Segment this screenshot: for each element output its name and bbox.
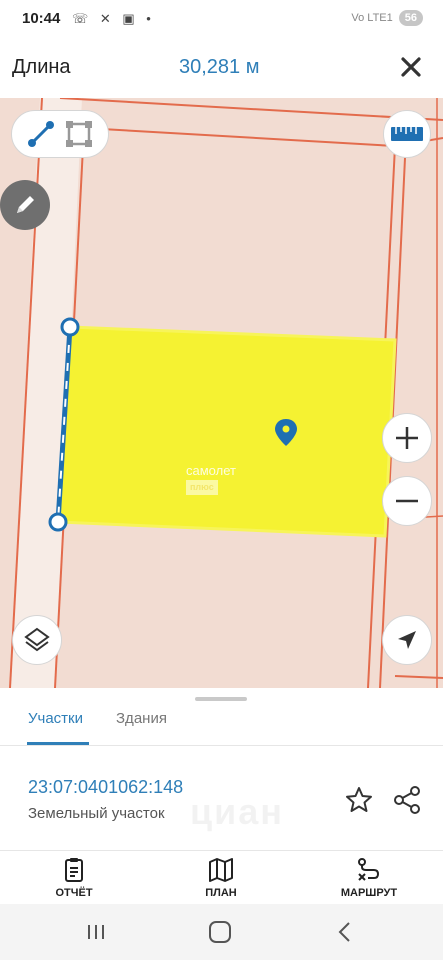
report-label: ОТЧЁТ — [55, 887, 93, 899]
map-plan-icon — [209, 858, 233, 882]
zoom-out-button[interactable] — [382, 476, 432, 526]
layers-icon — [24, 627, 50, 652]
sheet-drag-handle[interactable] — [195, 697, 247, 701]
plus-icon — [396, 427, 418, 449]
cian-watermark: циан — [190, 791, 285, 832]
pencil-icon — [17, 196, 34, 213]
measure-point-end — [48, 512, 68, 532]
draw-tools — [11, 110, 109, 158]
navigation-arrow-icon — [398, 631, 416, 649]
report-button[interactable]: ОТЧЁТ — [24, 857, 124, 899]
object-type: Земельный участок — [28, 805, 165, 822]
plan-label: ПЛАН — [205, 887, 237, 899]
area-tool-icon[interactable] — [64, 119, 94, 149]
status-time: 10:44 — [22, 10, 61, 27]
status-bar: 10:44 ☏ ✕ ▣ • Vo LTE1 56 — [0, 0, 443, 38]
status-icons-right: Vo LTE1 56 — [351, 10, 423, 26]
tab-buildings[interactable]: Здания — [116, 710, 167, 727]
route-button[interactable]: МАРШРУТ — [319, 857, 419, 899]
top-boundary — [59, 98, 443, 121]
route-icon — [358, 858, 380, 881]
map-watermark: самолет плюс — [186, 463, 236, 495]
battery-indicator: 56 — [398, 10, 423, 26]
minus-icon — [396, 499, 418, 503]
ruler-button[interactable] — [383, 110, 431, 158]
measure-value: 30,281 м — [179, 56, 260, 78]
selected-parcel — [56, 325, 397, 538]
bottom-right-boundary — [394, 675, 443, 679]
measure-label: Длина — [12, 56, 71, 78]
measure-point-start — [60, 317, 80, 337]
line-tool-icon[interactable] — [26, 119, 56, 149]
locate-button[interactable] — [382, 615, 432, 665]
system-nav-bar — [0, 904, 443, 960]
zoom-in-button[interactable] — [382, 413, 432, 463]
tab-parcels[interactable]: Участки — [28, 710, 83, 727]
route-label: МАРШРУТ — [340, 887, 398, 899]
map-view[interactable]: самолет плюс — [0, 98, 443, 688]
back-icon[interactable] — [335, 921, 355, 943]
share-icon[interactable] — [392, 785, 422, 815]
info-sheet: Участки Здания циан 23:07:0401062:148 Зе… — [0, 688, 443, 850]
network-indicator: Vo LTE1 — [351, 12, 393, 24]
plan-button[interactable]: ПЛАН — [171, 857, 271, 899]
divider — [0, 745, 443, 746]
bottom-action-bar: ОТЧЁТ ПЛАН МАРШРУТ — [0, 850, 443, 904]
favorite-star-icon[interactable] — [344, 785, 374, 815]
home-icon[interactable] — [209, 921, 231, 943]
cadastral-number[interactable]: 23:07:0401062:148 — [28, 777, 183, 798]
report-icon — [65, 858, 83, 882]
layers-button[interactable] — [12, 615, 62, 665]
ruler-icon — [391, 127, 423, 141]
recent-apps-icon[interactable] — [85, 923, 107, 941]
close-icon[interactable] — [396, 52, 426, 82]
edit-button[interactable] — [0, 180, 50, 230]
map-canvas — [9, 98, 443, 688]
notification-icons: ☏ ✕ ▣ • — [72, 11, 155, 26]
measure-header: Длина 30,281 м — [0, 38, 443, 98]
